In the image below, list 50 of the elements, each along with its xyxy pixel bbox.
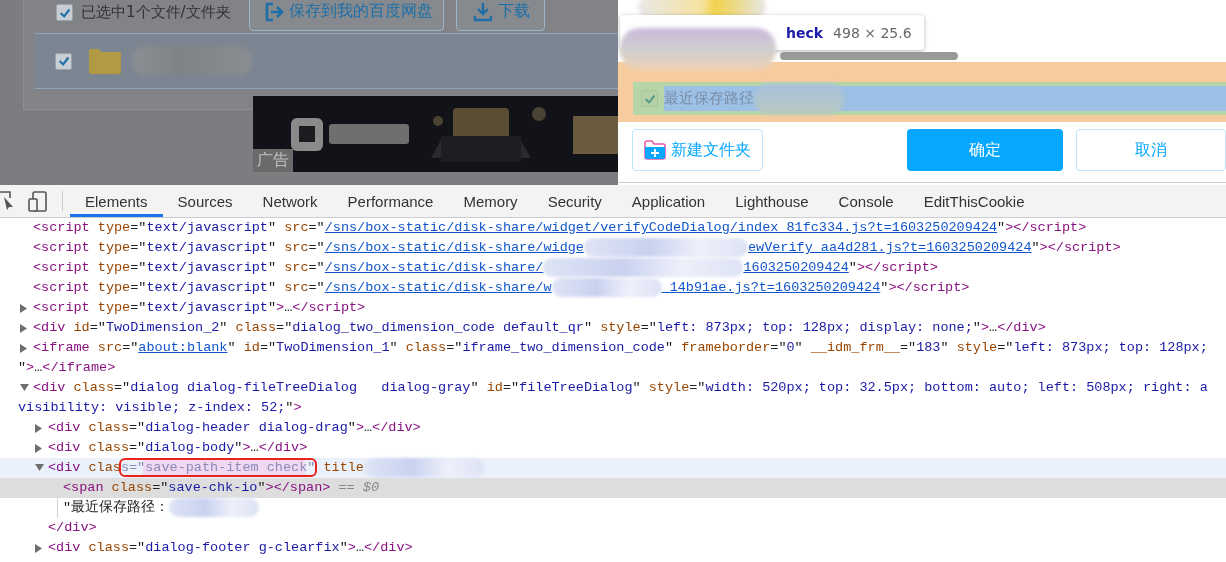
checkbox[interactable] — [56, 4, 73, 21]
element-size: 498 × 25.6 — [833, 24, 912, 41]
download-icon — [472, 0, 493, 23]
code-line: <script type="text/javascript" src="/sns/box-static/disk-share/widge ewVerify_aa4d281.js?t=1603250209424"></script> — [33, 238, 1121, 258]
code-line: <iframe src="about:blank" id="TwoDimension_1" class="iframe_two_dimension_code" frameborder="0" __idm_frm__="183" style="left: 873px; top: 128px; — [33, 339, 1208, 357]
code-line: <div class="dialog-footer g-clearfix">…</div> — [48, 539, 413, 557]
code-line: <script type="text/javascript" src="/sns/box-static/disk-share/w _14b91ae.js?t=1603250209424"></script> — [33, 278, 970, 298]
collapsed-arrow-icon[interactable] — [35, 543, 44, 553]
export-icon — [263, 0, 284, 23]
folder-plus-icon — [643, 139, 668, 161]
element-name: heck — [786, 24, 824, 41]
code-line: <div class="dialog-header dialog-drag">…</div> — [48, 419, 421, 437]
code-line: ">…</iframe> — [18, 359, 116, 377]
collapsed-arrow-icon[interactable] — [35, 443, 44, 453]
code-line: "最近保存路径： — [63, 498, 260, 518]
scrollbar-thumb[interactable] — [780, 52, 958, 60]
code-line: <script type="text/javascript" src="/sns/box-static/disk-share/ 1603250209424"></script> — [33, 258, 938, 278]
save-path-label: 最近保存路径 — [664, 89, 754, 108]
inspect-icon[interactable] — [0, 190, 15, 212]
devtools-tab[interactable]: Lighthouse — [720, 185, 824, 217]
expanded-arrow-icon[interactable] — [35, 463, 44, 473]
code-line: <script type="text/javascript">…</script> — [33, 299, 366, 317]
devtools-tab[interactable]: Security — [532, 185, 617, 217]
devtools-tab[interactable]: Application — [616, 185, 721, 217]
folder-icon — [88, 47, 122, 75]
devtools-tab[interactable]: Performance — [332, 185, 449, 217]
devtools-tab[interactable]: Sources — [162, 185, 248, 217]
devtools-tab[interactable]: Console — [823, 185, 909, 217]
devtools-tab[interactable]: Memory — [448, 185, 533, 217]
ad-label: 广告 — [253, 149, 293, 172]
device-toggle-icon[interactable] — [28, 190, 48, 212]
checkbox[interactable] — [641, 90, 658, 107]
devtools-tab[interactable]: EditThisCookie — [908, 185, 1040, 217]
code-line: </div> — [48, 519, 97, 537]
selection-label: 已选中1个文件/文件夹 — [81, 3, 231, 22]
code-line: <span class="save-chk-io"></span> == $0 — [63, 479, 379, 497]
collapsed-arrow-icon[interactable] — [20, 323, 29, 333]
code-line: <script type="text/javascript" src="/sns/box-static/disk-share/widget/verifyCodeDialog/index_81fc334.js?t=1603250209424"></script> — [33, 219, 1087, 237]
code-line: visibility: visible; z-index: 52;"> — [18, 399, 302, 417]
code-line: <div class="dialog dialog-fileTreeDialog dialog-gray" id="fileTreeDialog" style="width: 520px; top: 32.5px; bottom: auto; left: 508px; right: a — [33, 379, 1208, 397]
collapsed-arrow-icon[interactable] — [20, 343, 29, 353]
expanded-arrow-icon[interactable] — [20, 383, 29, 393]
devtools-tab[interactable]: Elements — [70, 185, 163, 217]
collapsed-arrow-icon[interactable] — [20, 303, 29, 313]
code-line: <div class="dialog-body">…</div> — [48, 439, 308, 457]
checkbox[interactable] — [55, 52, 72, 70]
code-line: <div id="TwoDimension_2" class="dialog_two_dimension_code default_qr" style="left: 873px; top: 128px; display: none;">…</div> — [33, 319, 1046, 337]
collapsed-arrow-icon[interactable] — [35, 423, 44, 433]
devtools-tab[interactable]: Network — [247, 185, 333, 217]
code-line: <div clas s="save-path-item check" title — [48, 458, 484, 478]
